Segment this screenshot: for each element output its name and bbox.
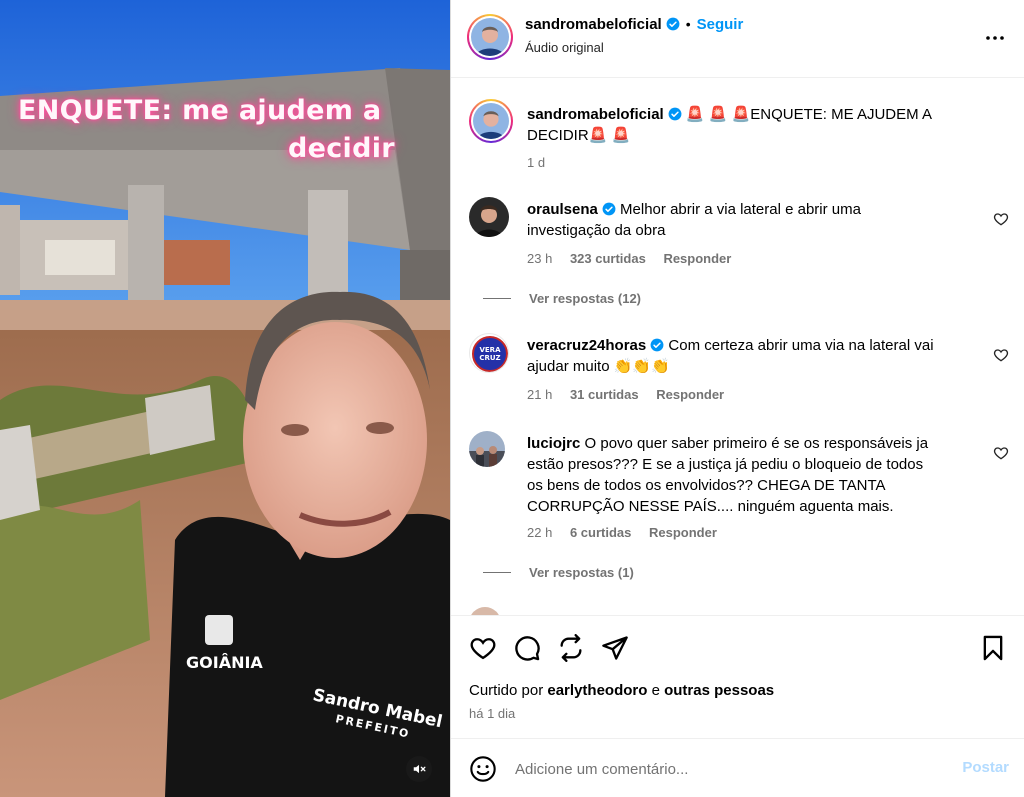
comment-text-line-2: investigação da obra (527, 222, 666, 239)
reply-button[interactable]: Responder (656, 387, 724, 402)
bookmark-icon[interactable] (979, 634, 1007, 662)
shirt-logo-text: GOIÂNIA (186, 653, 263, 672)
comment-item-partial (469, 607, 1009, 615)
post-dialog: GOIÂNIA Sandro Mabel PREFEITO ENQUETE: m… (0, 0, 1024, 797)
liked-by-text: Curtido por earlytheodoro e outras pesso… (469, 682, 774, 699)
comment-avatar-image: VERA CRUZ (472, 336, 508, 372)
comment-like-heart-icon[interactable] (993, 347, 1009, 363)
comment-meta: 21 h 31 curtidas Responder (527, 387, 738, 402)
comment-avatar[interactable] (469, 431, 505, 467)
comment-icon[interactable] (513, 634, 541, 662)
comment-text: veracruz24horas Com certeza abrir uma vi… (527, 335, 967, 377)
comment-text-line-1: Melhor abrir a via lateral e abrir uma (620, 201, 861, 218)
comment-item: oraulsena Melhor abrir a via lateral e a… (469, 197, 1009, 307)
header-username[interactable]: sandromabeloficial (525, 16, 662, 33)
send-icon[interactable] (601, 634, 629, 662)
comments-list[interactable]: sandromabeloficial 🚨 🚨 🚨ENQUETE: ME AJUD… (451, 79, 1024, 615)
comment-item: luciojrc O povo quer saber primeiro é se… (469, 431, 1009, 591)
comment-item: VERA CRUZ veracruz24horas Com certeza ab… (469, 333, 1009, 413)
liked-others-link[interactable]: outras pessoas (664, 682, 774, 699)
author-avatar[interactable] (467, 14, 513, 60)
emoji-icon[interactable] (469, 755, 497, 783)
comment-username[interactable]: oraulsena (527, 201, 598, 218)
overlay-line-1: ENQUETE: me ajudem a (18, 95, 382, 126)
post-time[interactable]: há 1 dia (469, 706, 515, 721)
comment-likes[interactable]: 6 curtidas (570, 525, 631, 540)
reply-button[interactable]: Responder (649, 525, 717, 540)
caption-text-line-1: 🚨 🚨 🚨ENQUETE: ME AJUDEM A (685, 106, 932, 123)
view-replies-button[interactable]: Ver respostas (12) (483, 291, 641, 306)
comment-username[interactable]: luciojrc (527, 435, 580, 452)
comment-like-heart-icon[interactable] (993, 211, 1009, 227)
caption-avatar-image (473, 103, 509, 139)
follow-button[interactable]: Seguir (697, 16, 744, 33)
liked-and: e (651, 682, 660, 699)
share-icon[interactable] (557, 634, 585, 662)
comment-meta: 22 h 6 curtidas Responder (527, 525, 731, 540)
svg-text:VERA: VERA (479, 346, 501, 354)
liked-prefix: Curtido por (469, 682, 544, 699)
heart-icon[interactable] (469, 634, 497, 662)
header-title-row: sandromabeloficial • Seguir (525, 16, 743, 33)
caption-meta: 1 d (527, 155, 559, 170)
audio-label[interactable]: Áudio original (525, 40, 604, 55)
comment-avatar-image (469, 197, 509, 237)
view-replies-label: Ver respostas (1) (529, 565, 634, 580)
post-caption: sandromabeloficial 🚨 🚨 🚨ENQUETE: ME AJUD… (469, 99, 1009, 171)
caption-text: sandromabeloficial 🚨 🚨 🚨ENQUETE: ME AJUD… (527, 104, 967, 146)
separator-dot: • (685, 16, 691, 32)
comment-avatar[interactable] (469, 607, 501, 615)
reply-button[interactable]: Responder (663, 251, 731, 266)
add-comment-bar: Postar (451, 738, 1024, 797)
caption-text-line-2: DECIDIR🚨 🚨 (527, 127, 631, 144)
video-player[interactable]: GOIÂNIA Sandro Mabel PREFEITO ENQUETE: m… (0, 0, 450, 797)
comment-time[interactable]: 23 h (527, 251, 552, 266)
liked-user-link[interactable]: earlytheodoro (547, 682, 647, 699)
comment-meta: 23 h 323 curtidas Responder (527, 251, 745, 266)
verified-badge-icon (668, 107, 682, 121)
comment-text-line-3: os bens de todos os envolvidos?? CHEGA D… (527, 477, 886, 494)
view-replies-button[interactable]: Ver respostas (1) (483, 565, 634, 580)
post-actions: Curtido por earlytheodoro e outras pesso… (451, 615, 1024, 737)
more-options-icon[interactable] (983, 26, 1007, 50)
comment-text-line-2: estão presos??? E se a justiça já pediu … (527, 456, 924, 473)
post-side-panel: sandromabeloficial • Seguir Áudio original (450, 0, 1024, 797)
comment-time[interactable]: 21 h (527, 387, 552, 402)
comment-input[interactable] (515, 757, 935, 781)
comment-likes[interactable]: 31 curtidas (570, 387, 639, 402)
author-avatar-image (471, 18, 509, 56)
comment-text-line-1: Com certeza abrir uma via na lateral vai (668, 337, 934, 354)
comment-text-line-1: O povo quer saber primeiro é se os respo… (584, 435, 929, 452)
view-replies-label: Ver respostas (12) (529, 291, 642, 306)
caption-avatar[interactable] (469, 99, 513, 143)
comment-avatar[interactable]: VERA CRUZ (469, 333, 509, 373)
comment-like-heart-icon[interactable] (993, 445, 1009, 461)
verified-badge-icon (666, 17, 680, 31)
replies-divider (483, 572, 511, 573)
mute-button[interactable] (406, 756, 432, 782)
comment-time[interactable]: 22 h (527, 525, 552, 540)
comment-text-line-4: CORRUPÇÃO NESSE PAÍS.... ninguém aguenta… (527, 498, 894, 515)
speaker-muted-icon (413, 764, 426, 774)
post-header: sandromabeloficial • Seguir Áudio original (451, 0, 1024, 78)
comment-text: luciojrc O povo quer saber primeiro é se… (527, 433, 987, 517)
overlay-line-2: decidir (288, 133, 395, 164)
video-overlay-title: ENQUETE: me ajudem a decidir (18, 92, 418, 168)
verified-badge-icon (602, 202, 616, 216)
verified-badge-icon (650, 338, 664, 352)
replies-divider (483, 298, 511, 299)
comment-text-line-2: ajudar muito 👏👏👏 (527, 358, 670, 375)
comment-text: oraulsena Melhor abrir a via lateral e a… (527, 199, 967, 241)
comment-username[interactable]: veracruz24horas (527, 337, 646, 354)
caption-username[interactable]: sandromabeloficial (527, 106, 664, 123)
comment-avatar[interactable] (469, 197, 509, 237)
svg-text:CRUZ: CRUZ (479, 354, 500, 362)
comment-avatar-image (469, 431, 505, 467)
comment-likes[interactable]: 323 curtidas (570, 251, 646, 266)
post-comment-button[interactable]: Postar (962, 759, 1009, 776)
caption-time[interactable]: 1 d (527, 155, 545, 170)
